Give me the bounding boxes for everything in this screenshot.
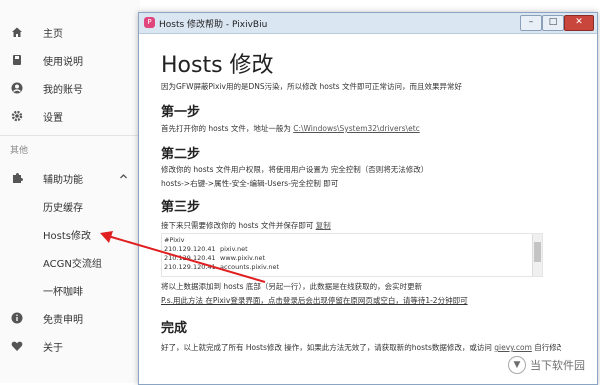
hosts-help-window: P Hosts 修改帮助 - PixivBiu – □ ✕ Hosts 修改 因…	[138, 12, 598, 385]
sidebar-item-label: 免责申明	[43, 314, 83, 326]
step1-text: 首先打开你的 hosts 文件，地址一般为 C:\Windows\System3…	[161, 123, 420, 134]
minimize-button[interactable]: –	[520, 15, 542, 31]
sidebar-item-label: ACGN交流组	[43, 258, 102, 270]
sidebar-item-label: 一杯咖啡	[43, 286, 83, 298]
watermark-logo-icon: ▼	[508, 356, 526, 374]
step3-title: 第三步	[161, 200, 201, 215]
app-icon: P	[144, 17, 155, 28]
sidebar-item-label: 历史缓存	[43, 202, 83, 214]
done-text-body: 好了，以上就完成了所有 Hosts修改 操作，如果此方法无效了，请获取新的hos…	[161, 343, 495, 352]
sidebar-item-label: 主页	[43, 28, 63, 40]
sidebar-item-label: Hosts修改	[43, 230, 91, 242]
step2-text-1: 修改你的 hosts 文件用户权限，将使用用户设置为 完全控制（否则将无法修改）	[161, 165, 429, 174]
code-line: #Pixiv	[164, 236, 185, 244]
heart-icon	[10, 340, 23, 353]
watermark-text: 当下软件园	[530, 359, 585, 372]
sidebar-item-coffee[interactable]: 一杯咖啡	[0, 277, 140, 303]
close-button[interactable]: ✕	[564, 15, 594, 31]
sidebar-item-label: 我的账号	[43, 84, 83, 96]
sidebar-item-history-cache[interactable]: 历史缓存	[0, 193, 140, 219]
sidebar-item-label: 设置	[43, 112, 63, 124]
sidebar-item-label: 辅助功能	[43, 174, 83, 186]
step3-text-body: 接下来只需要修改你的 hosts 文件并保存即可	[161, 221, 316, 230]
sidebar-item-tools[interactable]: 辅助功能	[0, 165, 140, 191]
note-text-2: P.s.用此方法 在Pixiv登录界面，点击登录后会出现停留在原网页或空白，请等…	[161, 296, 468, 305]
code-line: 210.129.120.41 www.pixiv.net	[164, 254, 266, 262]
note-text-1: 将以上数据添加到 hosts 底部（另起一行），此数据是在线获取的，会实时更新	[161, 282, 423, 291]
account-icon	[10, 82, 23, 95]
sidebar-item-settings[interactable]: 设置	[0, 103, 140, 129]
sidebar-item-hosts[interactable]: Hosts修改	[0, 221, 140, 247]
done-title: 完成	[161, 321, 188, 336]
done-link[interactable]: gievy.com	[494, 343, 532, 352]
sidebar-item-disclaimer[interactable]: 免责申明	[0, 305, 140, 331]
info-icon	[10, 312, 23, 325]
sidebar-section-label: 其他	[10, 146, 29, 156]
sidebar-item-account[interactable]: 我的账号	[0, 75, 140, 101]
step1-text-body: 首先打开你的 hosts 文件，地址一般为	[161, 124, 294, 133]
sidebar-item-label: 关于	[43, 342, 63, 354]
gear-icon	[10, 110, 23, 123]
book-icon	[10, 54, 23, 67]
hosts-path-link[interactable]: C:\Windows\System32\drivers\etc	[293, 124, 420, 133]
window-title: Hosts 修改帮助 - PixivBiu	[159, 20, 268, 30]
page-title: Hosts 修改	[161, 53, 274, 78]
step2-text-2: hosts->右键->属性-安全-编辑-Users-完全控制 即可	[161, 179, 339, 188]
chevron-up-icon[interactable]	[119, 172, 128, 184]
intro-text: 因为GFW屏蔽Pixiv用的是DNS污染，所以修改 hosts 文件即可正常访问…	[161, 82, 462, 91]
sidebar-item-home[interactable]: 主页	[0, 19, 140, 45]
sidebar-item-label: 使用说明	[43, 56, 83, 68]
sidebar: 主页 使用说明 我的账号 设置 其他 辅助功能 历史缓存 Hosts修改 ACG…	[0, 0, 140, 383]
help-content: Hosts 修改 因为GFW屏蔽Pixiv用的是DNS污染，所以修改 hosts…	[161, 35, 561, 383]
home-icon	[10, 26, 23, 39]
sidebar-item-about[interactable]: 关于	[0, 333, 140, 359]
sidebar-item-manual[interactable]: 使用说明	[0, 47, 140, 73]
done-text-tail: 自行修改	[534, 343, 561, 352]
code-line: 210.129.120.41 accounts.pixiv.net	[164, 263, 280, 271]
hosts-code-box[interactable]: #Pixiv 210.129.120.41 pixiv.net 210.129.1…	[161, 233, 543, 277]
puzzle-icon	[10, 172, 23, 185]
code-line: 210.129.120.41 pixiv.net	[164, 245, 248, 253]
code-scrollbar[interactable]	[532, 234, 542, 276]
watermark: ▼ 当下软件园	[508, 356, 585, 374]
step1-title: 第一步	[161, 105, 201, 120]
step3-text: 接下来只需要修改你的 hosts 文件并保存即可 复制	[161, 220, 331, 231]
done-text: 好了，以上就完成了所有 Hosts修改 操作，如果此方法无效了，请获取新的hos…	[161, 342, 561, 353]
window-titlebar[interactable]: P Hosts 修改帮助 - PixivBiu – □ ✕	[139, 13, 597, 34]
copy-link[interactable]: 复制	[316, 221, 331, 230]
scrollbar-thumb[interactable]	[534, 242, 541, 262]
step2-title: 第二步	[161, 147, 201, 162]
maximize-button[interactable]: □	[542, 15, 564, 31]
sidebar-divider	[0, 135, 140, 136]
sidebar-item-acgn-group[interactable]: ACGN交流组	[0, 249, 140, 275]
